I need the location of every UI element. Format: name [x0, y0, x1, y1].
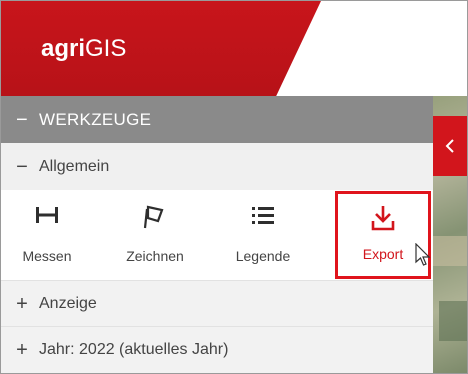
collapse-sign-icon: −: [16, 108, 28, 131]
tool-zeichnen-button[interactable]: Zeichnen: [109, 190, 201, 280]
measure-icon: [36, 207, 58, 223]
tool-label: Legende: [235, 248, 291, 264]
app-window: agriGIS − WERKZEUGE − Allgemein Messen Z…: [0, 0, 468, 374]
expand-sign-icon: +: [16, 292, 28, 315]
collapse-sign-icon: −: [16, 155, 28, 178]
app-header: agriGIS: [1, 1, 467, 96]
section-header-werkzeuge[interactable]: − WERKZEUGE: [1, 96, 433, 143]
expand-sign-icon: +: [16, 339, 28, 361]
map-feature: [433, 236, 467, 266]
section-title: WERKZEUGE: [39, 109, 152, 129]
tool-label: Messen: [22, 248, 72, 264]
tool-bar: Messen Zeichnen Legende Export: [1, 190, 433, 280]
draw-polygon-icon: [143, 205, 164, 229]
logo-bold-text: agri: [41, 35, 86, 62]
collapse-panel-button[interactable]: [433, 116, 467, 176]
group-header-allgemein[interactable]: − Allgemein: [1, 143, 433, 190]
group-header-anzeige[interactable]: + Anzeige: [1, 280, 433, 326]
map-feature: [439, 301, 467, 341]
mouse-cursor-icon: [415, 243, 431, 266]
app-logo[interactable]: agriGIS: [41, 35, 126, 63]
group-label: Allgemein: [39, 157, 110, 175]
tool-messen-button[interactable]: Messen: [1, 190, 93, 280]
tools-panel: − WERKZEUGE − Allgemein Messen Zeichnen …: [1, 96, 433, 373]
group-header-jahr[interactable]: + Jahr: 2022 (aktuelles Jahr): [1, 326, 433, 373]
group-label: Jahr: 2022 (aktuelles Jahr): [39, 341, 229, 358]
chevron-left-icon: [445, 139, 454, 153]
tool-label: Zeichnen: [126, 248, 184, 264]
tool-legende-button[interactable]: Legende: [217, 190, 309, 280]
logo-text: GIS: [85, 35, 127, 62]
legend-list-icon: [252, 207, 274, 224]
group-label: Anzeige: [39, 294, 97, 312]
download-icon: [371, 206, 395, 231]
